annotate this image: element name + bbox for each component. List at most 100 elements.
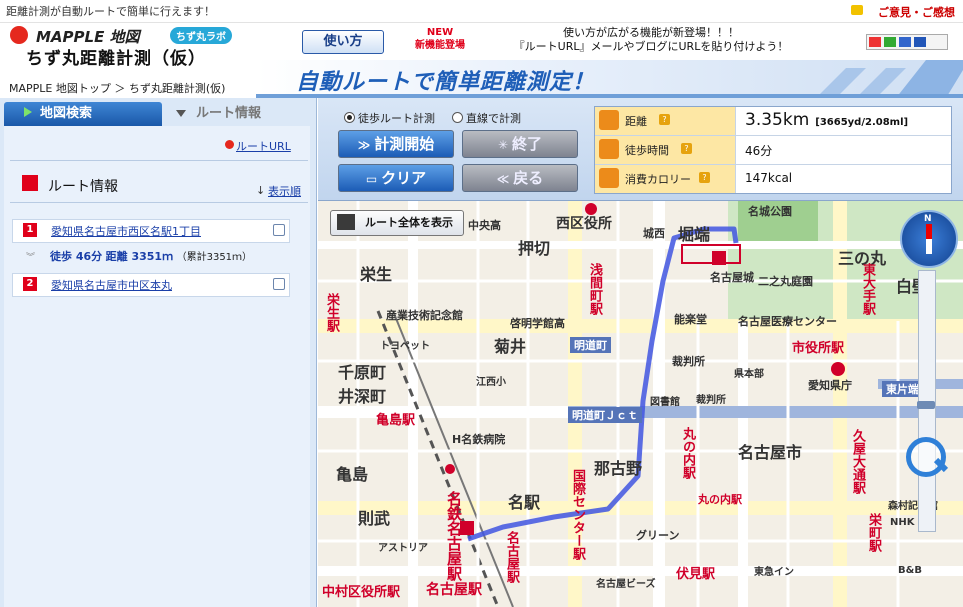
- tab-map-search[interactable]: 地図検索: [4, 102, 162, 126]
- edit-icon[interactable]: [273, 224, 285, 236]
- map-label: 明道町: [570, 337, 611, 353]
- waypoint-pin-icon: 2: [23, 277, 37, 291]
- new-feature-badge: NEW 新機能登場: [404, 26, 476, 52]
- compass-north: N: [924, 214, 932, 224]
- breadcrumb-home-link[interactable]: MAPPLE 地図トップ: [9, 82, 111, 95]
- map-label: 名古屋市: [738, 443, 803, 462]
- chevrons-right-icon: ≫: [357, 138, 371, 152]
- divider: [10, 202, 308, 203]
- tab-map-search-label: 地図検索: [40, 106, 93, 121]
- waypoint-item[interactable]: 2 愛知県名古屋市中区本丸: [12, 273, 290, 297]
- waypoint-address[interactable]: 愛知県名古屋市中区本丸: [51, 277, 172, 293]
- calorie-value: 147kcal: [745, 171, 793, 185]
- apple-logo-icon: [10, 26, 28, 44]
- help-icon[interactable]: ?: [681, 143, 692, 154]
- map-label: 二之丸庭園: [758, 275, 813, 288]
- segment-distance: 距離 3351ｍ: [105, 250, 174, 263]
- breadcrumb-separator: ＞: [114, 82, 126, 95]
- zoom-slider[interactable]: [917, 270, 936, 532]
- map-label: 東急イン: [754, 567, 794, 578]
- map-label: 産業技術記念館: [386, 309, 463, 322]
- map-label: 栄生: [360, 265, 393, 284]
- social-share-bar[interactable]: [866, 34, 948, 50]
- map-label: 栄町駅: [866, 513, 881, 552]
- eraser-icon: ▭: [365, 172, 378, 186]
- feedback-link[interactable]: ご意見・ご感想: [878, 4, 955, 20]
- segment-cumulative: （累計3351ｍ）: [176, 252, 253, 263]
- map-label: 井深町: [338, 387, 387, 406]
- share-icon-4[interactable]: [914, 37, 926, 47]
- compass-needle-icon: [926, 224, 932, 254]
- howto-button[interactable]: 使い方: [302, 30, 384, 54]
- help-icon[interactable]: ?: [659, 114, 670, 125]
- edit-icon[interactable]: [273, 278, 285, 290]
- walk-time-label: 徒歩時間: [625, 144, 669, 157]
- map-label: アストリア: [378, 543, 428, 554]
- map-label: 名古屋駅: [504, 531, 519, 583]
- share-icon-1[interactable]: [869, 37, 881, 47]
- map-label: 菊井: [494, 337, 527, 356]
- map-label: 西区役所: [556, 216, 612, 232]
- clear-button[interactable]: ▭ クリア: [338, 164, 454, 192]
- start-measure-label: 計測開始: [374, 135, 435, 153]
- compass-icon[interactable]: N: [900, 210, 958, 268]
- map-canvas[interactable]: 西区役所 中央高 押切 城西 堀端 名城公園 三の丸 栄生 名古屋城 二之丸庭園…: [318, 201, 963, 607]
- share-icon-2[interactable]: [884, 37, 896, 47]
- back-label: 戻る: [513, 169, 544, 187]
- calorie-label: 消費カロリー: [625, 173, 691, 186]
- map-label: 名古屋ビーズ: [596, 579, 656, 590]
- breadcrumb-current: ちず丸距離計測(仮): [128, 82, 226, 95]
- speech-bubble-icon: [851, 5, 863, 15]
- end-label: 終了: [512, 135, 543, 153]
- map-label: 丸の内駅: [698, 493, 742, 506]
- map-label: 城西: [643, 227, 665, 240]
- news-line2: 『ルートURL』メールやブログにURLを貼り付けよう！: [513, 40, 789, 53]
- stat-row-calorie: 消費カロリー? 147kcal: [595, 165, 951, 193]
- chevrons-left-icon: ≪: [496, 172, 510, 186]
- tab-route-info[interactable]: ルート情報: [164, 102, 312, 126]
- top-info-bar: 距離計測が自動ルートで簡単に行えます！ ご意見・ご感想: [0, 0, 963, 23]
- help-icon[interactable]: ?: [699, 172, 710, 183]
- map-label: 国際センター駅: [570, 469, 585, 560]
- new-badge-line2: 新機能登場: [415, 40, 465, 51]
- show-full-route-button[interactable]: ルート全体を表示: [330, 210, 464, 236]
- segment-walk-time: 徒歩 46分: [50, 250, 103, 263]
- back-button[interactable]: ≪ 戻る: [462, 164, 578, 192]
- map-label: 裁判所: [672, 355, 705, 368]
- share-icon-3[interactable]: [899, 37, 911, 47]
- map-label: 則武: [358, 509, 391, 528]
- map-label: 名駅: [508, 493, 541, 512]
- waypoint-address[interactable]: 愛知県名古屋市西区名駅1丁目: [51, 223, 201, 239]
- map-label: 江西小: [476, 377, 506, 388]
- waypoint-item[interactable]: 1 愛知県名古屋市西区名駅1丁目: [12, 219, 290, 243]
- site-logo[interactable]: MAPPLE 地図 ちず丸ラボ ちず丸距離計測（仮）: [10, 26, 232, 69]
- banner: 自動ルートで簡単距離測定！: [256, 60, 963, 98]
- triangle-down-icon: [176, 110, 186, 117]
- radio-icon[interactable]: [452, 112, 463, 123]
- zoom-slider-thumb[interactable]: [917, 401, 935, 409]
- map-label: 裁判所: [696, 395, 726, 406]
- map-label: 浅間町駅: [587, 263, 602, 315]
- mode-walk-radio[interactable]: 徒歩ルート計測: [344, 110, 435, 126]
- stats-table: 距離? 3.35km [3665yd/2.08ml] 徒歩時間? 46分 消費カロ…: [594, 106, 952, 194]
- map-label: 亀島駅: [376, 413, 416, 428]
- mode-straight-label: 直線で計測: [466, 112, 521, 125]
- map-label: 名城公園: [748, 205, 792, 218]
- map-label: 堀端: [678, 225, 711, 244]
- burst-icon: ✳: [497, 138, 509, 152]
- start-measure-button[interactable]: ≫ 計測開始: [338, 130, 454, 158]
- end-button[interactable]: ✳ 終了: [462, 130, 578, 158]
- map-label: 久屋大通駅: [850, 429, 865, 494]
- news-announcement[interactable]: 使い方が広がる機能が新登場！！！ 『ルートURL』メールやブログにURLを貼り付…: [486, 26, 816, 54]
- radio-selected-icon[interactable]: [344, 112, 355, 123]
- map-label: 千原町: [338, 363, 387, 382]
- mode-straight-radio[interactable]: 直線で計測: [452, 110, 521, 126]
- route-url-link[interactable]: ルートURL: [236, 138, 291, 154]
- map-label: 東片端: [882, 381, 923, 397]
- zoom-magnifier-icon[interactable]: [906, 437, 946, 477]
- route-heading: ルート情報: [48, 179, 118, 195]
- display-order-link[interactable]: 表示順: [268, 183, 301, 199]
- lab-badge: ちず丸ラボ: [170, 27, 232, 44]
- map-label: 愛知県庁: [808, 379, 852, 392]
- clock-icon: [599, 139, 619, 159]
